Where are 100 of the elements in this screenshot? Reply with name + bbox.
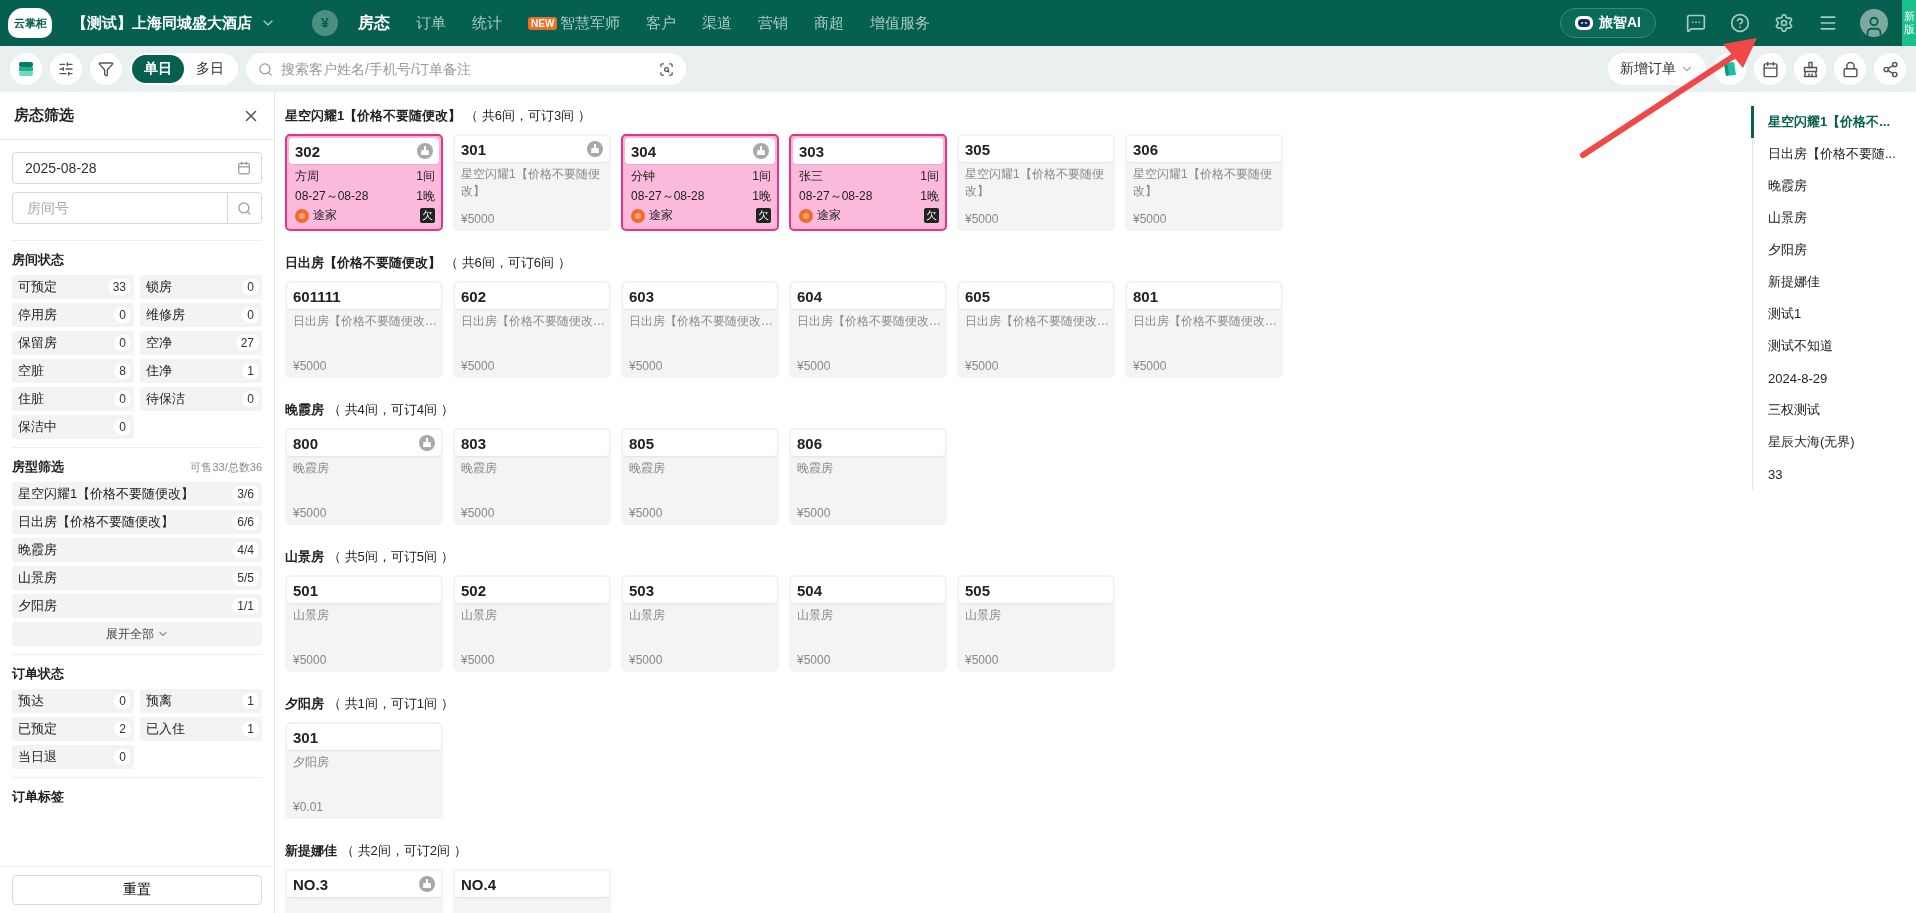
search-bar[interactable]: 搜索客户姓名/手机号/订单备注 [246, 53, 686, 85]
room-type: 晚霞房 [629, 460, 666, 477]
section-title: 订单状态 [12, 665, 64, 683]
nav-tab[interactable]: 订单 [416, 13, 446, 33]
room-type-link[interactable]: 晚霞房 [1751, 170, 1916, 202]
vacant-room-card[interactable]: 805 晚霞房 ¥5000 [621, 428, 779, 525]
nav-tab[interactable]: 统计 [472, 13, 502, 33]
room-type-link[interactable]: 夕阳房 [1751, 234, 1916, 266]
vacant-room-card[interactable]: 502 山景房 ¥5000 [453, 575, 611, 672]
menu-icon[interactable] [1818, 13, 1838, 33]
settings-icon[interactable] [1774, 13, 1794, 33]
vacant-room-card[interactable]: 601111 日出房【价格不要随便改… ¥5000 [285, 281, 443, 378]
filter-chip[interactable]: 空脏 8 [12, 359, 134, 383]
filter-chip[interactable]: 保洁中 0 [12, 415, 134, 439]
room-type-link[interactable]: 测试1 [1751, 298, 1916, 330]
vacant-room-card[interactable]: 501 山景房 ¥5000 [285, 575, 443, 672]
scan-icon[interactable] [659, 61, 674, 77]
booked-room-card[interactable]: 302 方周 1间 08-27～08-28 1晚 途家 欠 [285, 134, 443, 231]
filter-chip[interactable]: 预离 1 [140, 689, 262, 713]
room-type-link[interactable]: 星空闪耀1【价格不... [1751, 106, 1916, 138]
filter-chip[interactable]: 待保洁 0 [140, 387, 262, 411]
view-toggle[interactable]: 多日 [184, 55, 236, 83]
vacant-room-card[interactable]: 603 日出房【价格不要随便改… ¥5000 [621, 281, 779, 378]
vacant-room-card[interactable]: 301 星空闪耀1【价格不要随便改】 ¥5000 [453, 134, 611, 231]
filter-chip[interactable]: 星空闪耀1【价格不要随便改】 3/6 [12, 482, 262, 506]
filter-chip[interactable]: 维修房 0 [140, 303, 262, 327]
filter-chip[interactable]: 已预定 2 [12, 717, 134, 741]
vacant-room-card[interactable]: 800 晚霞房 ¥5000 [285, 428, 443, 525]
lock-icon [1841, 60, 1859, 78]
reset-button[interactable]: 重置 [12, 875, 262, 905]
filter-chip[interactable]: 日出房【价格不要随便改】 6/6 [12, 510, 262, 534]
nav-tab[interactable]: 渠道 [702, 13, 733, 33]
settings-sliders-button[interactable] [50, 53, 82, 85]
filter-chip[interactable]: 预达 0 [12, 689, 134, 713]
room-type-summary: （ 共5间，可订5间 ） [328, 548, 454, 566]
date-field[interactable]: 2025-08-28 [12, 152, 262, 184]
room-type-link[interactable]: 日出房【价格不要随... [1751, 138, 1916, 170]
help-icon[interactable] [1730, 13, 1750, 33]
expand-all-button[interactable]: 展开全部 [12, 622, 262, 646]
filter-chip[interactable]: 可预定 33 [12, 275, 134, 299]
filter-chip[interactable]: 晚霞房 4/4 [12, 538, 262, 562]
view-toggle[interactable]: 单日 [132, 55, 184, 83]
share-button[interactable] [1874, 53, 1906, 85]
filter-chip[interactable]: 空净 27 [140, 331, 262, 355]
booked-room-card[interactable]: 304 分钟 1间 08-27～08-28 1晚 途家 欠 [621, 134, 779, 231]
calendar-button[interactable] [1754, 53, 1786, 85]
room-type-link[interactable]: 2024-8-29 [1751, 362, 1916, 394]
room-type-link[interactable]: 33 [1751, 458, 1916, 490]
nav-tab[interactable]: 商超 [814, 13, 845, 33]
filter-chip[interactable]: 夕阳房 1/1 [12, 594, 262, 618]
room-type-link[interactable]: 三权测试 [1751, 394, 1916, 426]
nav-tab[interactable]: 客户 [646, 13, 677, 33]
vacant-room-card[interactable]: 602 日出房【价格不要随便改… ¥5000 [453, 281, 611, 378]
room-type-link[interactable]: 测试不知道 [1751, 330, 1916, 362]
nav-tab[interactable]: 房态 [358, 12, 390, 34]
vacant-room-card[interactable]: 806 晚霞房 ¥5000 [789, 428, 947, 525]
vacant-room-card[interactable]: 605 日出房【价格不要随便改… ¥5000 [957, 281, 1115, 378]
filter-label: 待保洁 [146, 390, 185, 408]
ai-button[interactable]: 旅智AI [1560, 8, 1656, 38]
broom-icon [419, 876, 435, 892]
room-type-link[interactable]: 星辰大海(无界) [1751, 426, 1916, 458]
booked-room-card[interactable]: 303 张三 1间 08-27～08-28 1晚 途家 欠 [789, 134, 947, 231]
filter-chip[interactable]: 停用房 0 [12, 303, 134, 327]
vacant-room-card[interactable]: 504 山景房 ¥5000 [789, 575, 947, 672]
vacant-room-card[interactable]: 305 星空闪耀1【价格不要随便改】 ¥5000 [957, 134, 1115, 231]
broom-button[interactable] [1794, 53, 1826, 85]
booking-source: 途家 [649, 207, 673, 224]
nav-tab[interactable]: 营销 [758, 13, 789, 33]
lock-button[interactable] [1834, 53, 1866, 85]
vacant-room-card[interactable]: 505 山景房 ¥5000 [957, 575, 1115, 672]
vacant-room-card[interactable]: 801 日出房【价格不要随便改… ¥5000 [1125, 281, 1283, 378]
vacant-room-card[interactable]: 306 星空闪耀1【价格不要随便改】 ¥5000 [1125, 134, 1283, 231]
new-order-dropdown[interactable]: 新增订单 [1608, 53, 1706, 85]
filter-chip[interactable]: 山景房 5/5 [12, 566, 262, 590]
filter-chip[interactable]: 住净 1 [140, 359, 262, 383]
room-type-link[interactable]: 山景房 [1751, 202, 1916, 234]
calendar-icon [237, 161, 251, 175]
vacant-room-card[interactable]: 803 晚霞房 ¥5000 [453, 428, 611, 525]
vacant-room-card[interactable]: 604 日出房【价格不要随便改… ¥5000 [789, 281, 947, 378]
filter-chip[interactable]: 保留房 0 [12, 331, 134, 355]
room-type-link[interactable]: 新提娜佳 [1751, 266, 1916, 298]
hotel-selector[interactable]: 【测试】上海同城盛大酒店 [72, 13, 252, 33]
filter-chip[interactable]: 住脏 0 [12, 387, 134, 411]
room-number-box[interactable]: 房间号 [12, 192, 262, 224]
vacant-room-card[interactable]: NO.4 [453, 869, 611, 913]
room-number-text: 605 [965, 287, 991, 305]
layers-button[interactable] [10, 53, 42, 85]
search-field[interactable]: 搜索客户姓名/手机号/订单备注 [279, 60, 653, 78]
nav-tab[interactable]: NEW 智慧军师 [528, 13, 621, 33]
filter-chip[interactable]: 当日退 0 [12, 745, 134, 769]
message-icon[interactable] [1686, 13, 1706, 33]
nav-tab[interactable]: 增值服务 [870, 13, 931, 33]
vacant-room-card[interactable]: NO.3 [285, 869, 443, 913]
filter-chip[interactable]: 已入住 1 [140, 717, 262, 741]
avatar[interactable] [1860, 9, 1888, 37]
vacant-room-card[interactable]: 301 夕阳房 ¥0.01 [285, 722, 443, 819]
filter-count: 0 [114, 391, 131, 407]
vacant-room-card[interactable]: 503 山景房 ¥5000 [621, 575, 779, 672]
filter-button[interactable] [90, 53, 122, 85]
filter-chip[interactable]: 锁房 0 [140, 275, 262, 299]
